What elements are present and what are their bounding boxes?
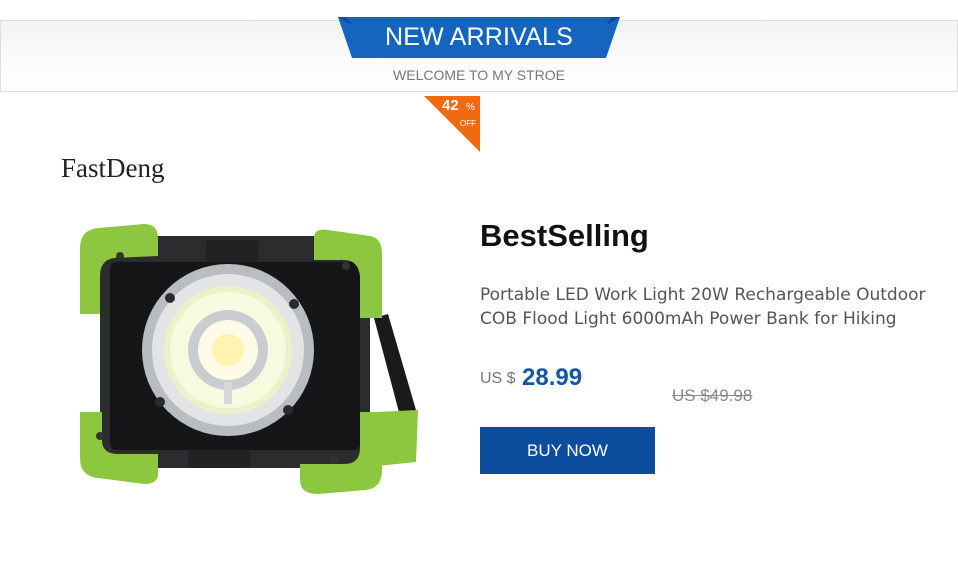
new-arrivals-banner: NEW ARRIVALS [338, 17, 620, 58]
banner-title: NEW ARRIVALS [384, 23, 574, 51]
original-price: US $49.98 [672, 386, 753, 405]
discount-off-label: OFF [460, 119, 476, 128]
product-image[interactable] [78, 222, 423, 506]
buy-now-button[interactable]: BUY NOW [480, 427, 655, 474]
sale-price: 28.99 [522, 364, 583, 391]
price-currency: US $ [480, 370, 516, 387]
store-subtitle: WELCOME TO MY STROE [393, 67, 565, 83]
discount-badge: 42 % OFF [424, 96, 480, 152]
led-work-light-image [80, 224, 418, 494]
brand-name: FastDeng [61, 153, 165, 183]
product-heading: BestSelling [480, 218, 649, 253]
product-description[interactable]: Portable LED Work Light 20W Rechargeable… [480, 283, 955, 331]
discount-percent-sign: % [466, 102, 475, 113]
discount-value: 42 [442, 97, 459, 114]
